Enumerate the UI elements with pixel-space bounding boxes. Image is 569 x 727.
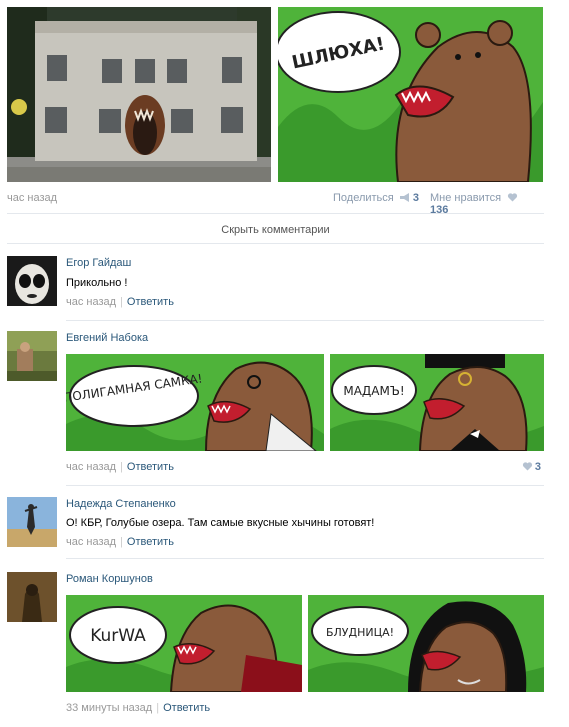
- megaphone-icon: [399, 193, 409, 202]
- photo-bear-mouth-building[interactable]: [7, 7, 271, 182]
- comment-meta: час назад | Ответить: [66, 461, 174, 473]
- avatar[interactable]: [7, 331, 57, 381]
- comment-author[interactable]: Надежда Степаненко: [66, 498, 176, 510]
- post-meta: час назад Поделиться 3 Мне нравится 136: [7, 192, 537, 216]
- separator: |: [120, 536, 123, 548]
- comment: Надежда Степаненко О! КБР, Голубые озера…: [7, 497, 544, 553]
- comment-time[interactable]: час назад: [66, 536, 116, 548]
- reply-link[interactable]: Ответить: [163, 702, 210, 714]
- comment-meta: час назад | Ответить: [66, 536, 174, 548]
- like-count: 136: [430, 204, 449, 216]
- divider: [7, 243, 544, 244]
- meme-image-kurwa[interactable]: KurWA: [66, 595, 302, 692]
- share-label: Поделиться: [333, 192, 394, 204]
- comment: Евгений Набока ПОЛИГАМНАЯ САМКА! МАДАМЪ!: [7, 331, 544, 481]
- comment-like-button[interactable]: 3: [519, 461, 541, 473]
- heart-icon: [522, 462, 532, 471]
- comment-time[interactable]: 33 минуты назад: [66, 702, 152, 714]
- meme-image-madam[interactable]: МАДАМЪ!: [330, 354, 544, 451]
- comment-author[interactable]: Евгений Набока: [66, 332, 148, 344]
- comment-time[interactable]: час назад: [66, 461, 116, 473]
- like-label: Мне нравится: [430, 192, 502, 204]
- divider: [66, 558, 544, 559]
- bubble-text: МАДАМЪ!: [343, 384, 404, 398]
- comment-text: О! КБР, Голубые озера. Там самые вкусные…: [66, 517, 375, 529]
- separator: |: [120, 461, 123, 473]
- avatar[interactable]: [7, 572, 57, 622]
- meme-image-polygamous[interactable]: ПОЛИГАМНАЯ САМКА!: [66, 354, 324, 451]
- divider: [66, 485, 544, 486]
- share-button[interactable]: Поделиться 3: [333, 192, 419, 204]
- avatar[interactable]: [7, 497, 57, 547]
- comment-author[interactable]: Роман Коршунов: [66, 573, 153, 585]
- divider: [7, 213, 544, 214]
- comment-time[interactable]: час назад: [66, 296, 116, 308]
- hide-comments-link[interactable]: Скрыть комментарии: [7, 224, 544, 236]
- divider: [66, 320, 544, 321]
- bubble-text: БЛУДНИЦА!: [326, 626, 394, 639]
- separator: |: [156, 702, 160, 714]
- post-attachments: ШЛЮХА!: [7, 7, 543, 182]
- reply-link[interactable]: Ответить: [127, 296, 174, 308]
- comment: Роман Коршунов KurWA БЛУДНИЦА! 33 минуты…: [7, 572, 544, 722]
- comment-like-count: 3: [534, 461, 541, 473]
- comment-meta: час назад | Ответить: [66, 296, 174, 308]
- heart-icon: [508, 193, 518, 202]
- reply-link[interactable]: Ответить: [127, 536, 174, 548]
- meme-image-harlot[interactable]: БЛУДНИЦА!: [308, 595, 544, 692]
- post-time[interactable]: час назад: [7, 192, 57, 204]
- reply-link[interactable]: Ответить: [127, 461, 174, 473]
- photo-bear-meme[interactable]: ШЛЮХА!: [278, 7, 543, 182]
- share-count: 3: [412, 192, 419, 204]
- avatar[interactable]: [7, 256, 57, 306]
- comment-author[interactable]: Егор Гайдаш: [66, 257, 131, 269]
- comment: Егор Гайдаш Прикольно ! час назад | Ответи…: [7, 256, 544, 316]
- comment-text: Прикольно !: [66, 277, 128, 289]
- separator: |: [120, 296, 123, 308]
- comment-meta: 33 минуты назад | Ответить: [66, 702, 210, 714]
- bubble-text: KurWA: [90, 626, 146, 646]
